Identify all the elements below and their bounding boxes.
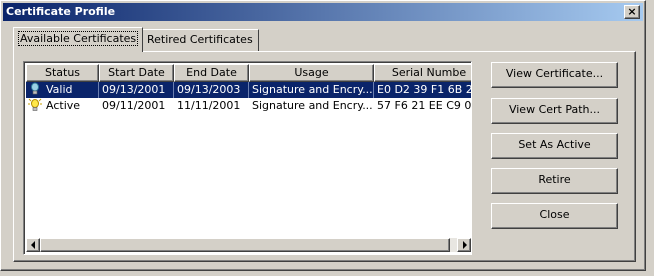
table-header: Status Start Date End Date Usage Serial … [26, 64, 471, 82]
cell-start-date: 09/13/2001 [99, 82, 174, 98]
arrow-left-icon [31, 241, 35, 249]
scroll-left-button[interactable] [26, 238, 40, 252]
tab-available-certificates[interactable]: Available Certificates [13, 27, 144, 52]
tab-label: Retired Certificates [147, 33, 253, 46]
cell-start-date: 09/11/2001 [102, 99, 166, 112]
cell-status: Active [26, 98, 99, 114]
lightbulb-icon [28, 82, 42, 96]
title-bar[interactable]: Certificate Profile × [3, 3, 643, 21]
close-window-button[interactable]: × [624, 5, 640, 19]
cell-usage: Signature and Encry... [249, 82, 374, 98]
table-row[interactable]: Valid 09/13/2001 09/13/2003 Signature an… [26, 82, 471, 98]
status-text: Valid [46, 83, 73, 96]
table-row[interactable]: Active 09/11/2001 11/11/2001 Signature a… [26, 98, 471, 114]
scrollbar-thumb[interactable] [40, 238, 450, 252]
close-button[interactable]: Close [491, 203, 618, 229]
certificate-profile-dialog: Certificate Profile × Available Certific… [0, 0, 646, 271]
window-title: Certificate Profile [6, 5, 116, 18]
tab-label: Available Certificates [17, 31, 139, 46]
close-icon: × [627, 5, 637, 18]
certificate-table: Status Start Date End Date Usage Serial … [23, 61, 472, 255]
status-text: Active [46, 99, 81, 112]
column-header-start-date[interactable]: Start Date [99, 64, 174, 82]
column-header-status[interactable]: Status [26, 64, 99, 82]
cell-serial-number: E0 D2 39 F1 6B 2 [374, 82, 471, 98]
cell-end-date: 11/11/2001 [177, 99, 241, 112]
view-certificate-button[interactable]: View Certificate... [491, 62, 618, 88]
cell-usage: Signature and Encry... [252, 99, 373, 112]
horizontal-scrollbar[interactable] [26, 238, 471, 252]
scroll-right-button[interactable] [457, 238, 471, 252]
column-header-usage[interactable]: Usage [249, 64, 374, 82]
column-header-end-date[interactable]: End Date [174, 64, 249, 82]
view-cert-path-button[interactable]: View Cert Path... [491, 98, 618, 124]
retire-button[interactable]: Retire [491, 168, 618, 194]
column-header-serial-number[interactable]: Serial Numbe [374, 64, 471, 82]
arrow-right-icon [463, 241, 467, 249]
cell-status: Valid [26, 82, 99, 98]
tab-retired-certificates[interactable]: Retired Certificates [141, 29, 259, 51]
cell-serial-number: 57 F6 21 EE C9 0 [377, 99, 472, 112]
lightbulb-lit-icon [28, 98, 42, 112]
cell-end-date: 09/13/2003 [174, 82, 249, 98]
set-as-active-button[interactable]: Set As Active [491, 133, 618, 159]
